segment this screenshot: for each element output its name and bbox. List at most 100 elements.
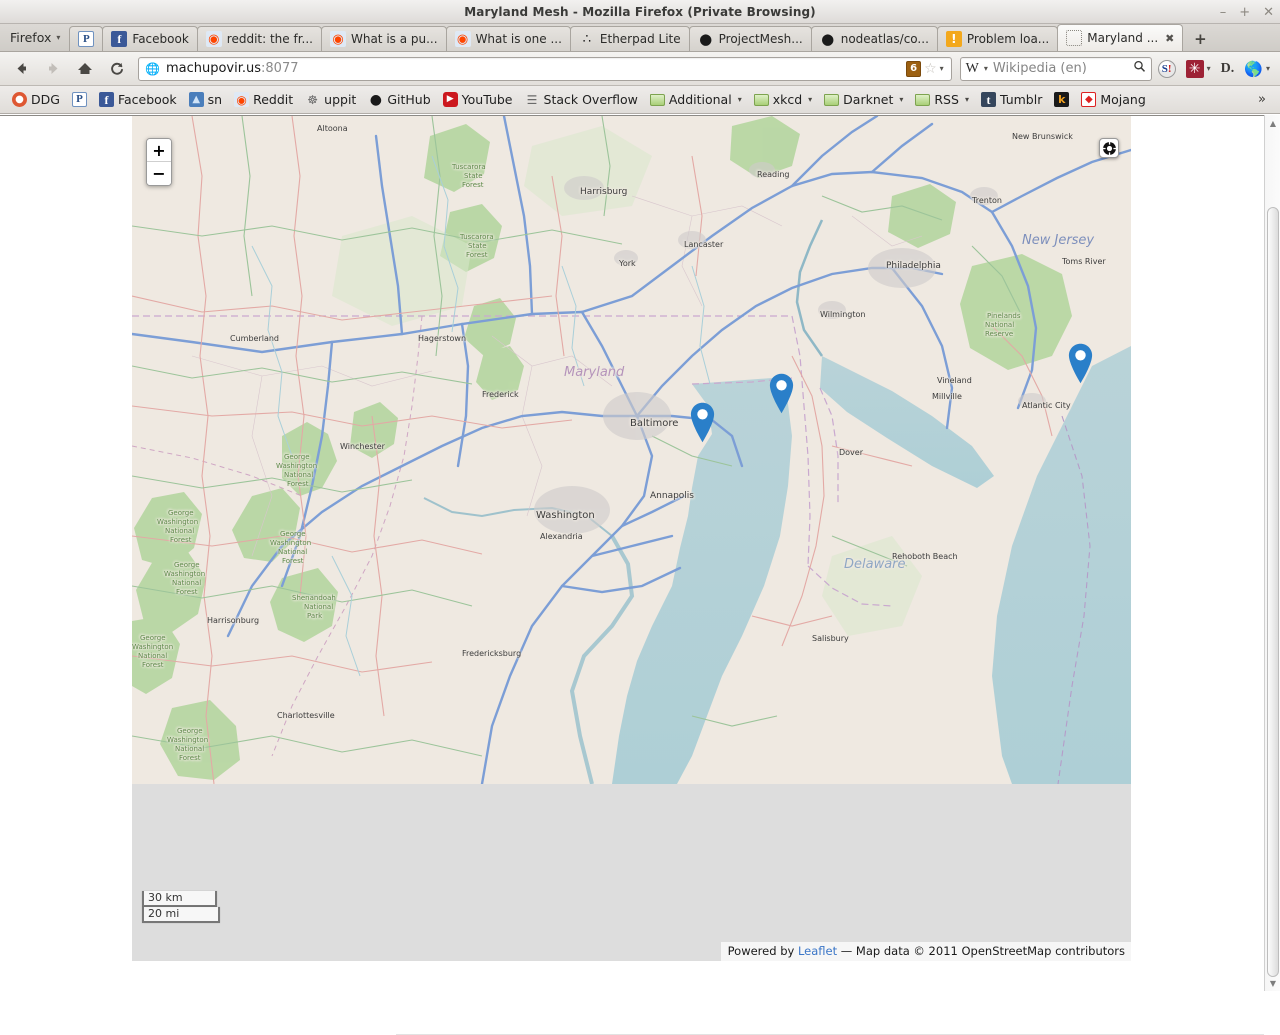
browser-tab[interactable]: P <box>69 26 104 51</box>
bookmark-count-badge[interactable]: 6 ☆ ▾ <box>903 60 947 77</box>
globe-extension-button[interactable]: 🌎 ▾ <box>1240 60 1274 78</box>
browser-tab[interactable]: ◉ reddit: the fr... <box>196 26 322 51</box>
bookmarks-overflow-button[interactable]: » <box>1258 92 1274 107</box>
close-tab-icon[interactable]: ✖ <box>1165 32 1174 45</box>
bookmark-label: Darknet <box>843 92 894 107</box>
browser-tab[interactable]: ● ProjectMesh... <box>688 26 812 51</box>
chevron-down-icon[interactable]: ▾ <box>1207 64 1211 73</box>
chevron-down-icon[interactable]: ▾ <box>940 64 944 73</box>
adblock-button[interactable]: ✳ ▾ <box>1182 59 1215 78</box>
folder-icon <box>649 93 665 106</box>
bookmark-item[interactable]: ● GitHub <box>362 90 436 109</box>
vertical-scrollbar[interactable]: ▲ ▼ <box>1264 115 1280 991</box>
bookmark-item[interactable]: ☰ Stack Overflow <box>519 90 644 109</box>
window-controls: – + ✕ <box>1220 0 1274 24</box>
attribution-prefix: Powered by <box>727 944 798 958</box>
tab-label: What is a pu... <box>350 32 438 46</box>
reload-button[interactable] <box>102 56 132 82</box>
scale-imperial: 20 mi <box>142 907 220 923</box>
browser-tab[interactable]: ! Problem loa... <box>936 26 1059 51</box>
folder-icon <box>915 93 931 106</box>
scale-control: 30 km 20 mi <box>142 891 220 923</box>
bookmark-item[interactable]: ◉ Reddit <box>228 90 299 109</box>
close-window-button[interactable]: ✕ <box>1263 6 1274 19</box>
forward-button[interactable] <box>38 56 68 82</box>
stackoverflow-icon: ☰ <box>526 92 538 107</box>
chevron-down-icon[interactable]: ▾ <box>808 95 812 104</box>
bookmark-item[interactable]: f Facebook <box>93 90 183 109</box>
browser-tab[interactable]: ● nodeatlas/co... <box>810 26 938 51</box>
bookmark-label: uppit <box>324 92 357 107</box>
bookmark-item[interactable]: k <box>1048 90 1075 109</box>
github-icon: ● <box>821 31 835 47</box>
chevron-down-icon[interactable]: ▾ <box>984 64 988 73</box>
tab-label: Etherpad Lite <box>599 32 681 46</box>
tab-label: What is one ... <box>475 32 562 46</box>
browser-tab[interactable]: ◉ What is one ... <box>445 26 571 51</box>
search-icon[interactable] <box>1133 60 1146 77</box>
bookmark-label: Mojang <box>1100 92 1146 107</box>
zoom-out-button[interactable]: − <box>147 162 171 185</box>
tab-label: nodeatlas/co... <box>840 32 929 46</box>
marker-maryland-west[interactable] <box>690 402 715 447</box>
search-bar[interactable]: W ▾ Wikipedia (en) <box>959 56 1152 81</box>
browser-tab[interactable]: Maryland ... ✖ <box>1057 24 1184 51</box>
maximize-button[interactable]: + <box>1239 6 1250 19</box>
url-bar[interactable]: 🌐 machupovir.us:8077 6 ☆ ▾ <box>138 56 952 81</box>
duckduckgo-icon: ● <box>12 92 27 107</box>
wikipedia-icon: W <box>965 60 979 76</box>
leaflet-map[interactable]: New Jersey Maryland Delaware Altoona New Bru… <box>132 116 1131 961</box>
minimize-button[interactable]: – <box>1220 6 1227 19</box>
map-tile-layer: New Jersey Maryland Delaware Altoona New Bru… <box>132 116 1131 784</box>
firefox-menu-button[interactable]: Firefox ▾ <box>0 23 69 51</box>
home-button[interactable] <box>70 56 100 82</box>
stumbleupon-icon: S! <box>1157 59 1176 78</box>
browser-tab[interactable]: f Facebook <box>102 26 198 51</box>
bookmark-item[interactable]: xkcd ▾ <box>748 90 818 109</box>
bookmark-item[interactable]: ▶ YouTube <box>437 90 519 109</box>
reddit-icon: ◉ <box>454 31 471 47</box>
bookmark-item[interactable]: ☸ uppit <box>299 90 362 109</box>
downthemall-button[interactable]: D. <box>1217 61 1239 77</box>
scroll-down-button[interactable]: ▼ <box>1265 975 1280 991</box>
bookmark-item[interactable]: RSS ▾ <box>909 90 975 109</box>
blank-page-icon <box>1066 30 1083 46</box>
chevron-down-icon[interactable]: ▾ <box>738 95 742 104</box>
locate-button[interactable] <box>1099 138 1119 158</box>
back-button[interactable] <box>6 56 36 82</box>
browser-tab[interactable]: ∴ Etherpad Lite <box>569 26 690 51</box>
tab-label: reddit: the fr... <box>226 32 313 46</box>
marker-maryland-north[interactable] <box>769 373 794 418</box>
stumbleupon-button[interactable]: S! <box>1154 59 1180 78</box>
marker-new-jersey[interactable] <box>1068 343 1093 388</box>
tab-label: Facebook <box>132 32 189 46</box>
chevron-down-icon[interactable]: ▾ <box>1266 64 1270 73</box>
bookmark-item[interactable]: t Tumblr <box>975 90 1048 109</box>
url-host: machupovir.us <box>165 61 262 76</box>
tab-strip: Firefox ▾ Pf Facebook ◉ reddit: the fr... ◉ W… <box>0 24 1280 52</box>
bookmark-item[interactable]: Additional ▾ <box>644 90 748 109</box>
bookmark-item[interactable]: Darknet ▾ <box>818 90 909 109</box>
star-icon[interactable]: ☆ <box>924 61 937 77</box>
bookmarks-container: ● DDG Pf Facebook ▲ sn ◉ Reddit ☸ uppit ● GitHub ▶ Yo… <box>6 90 1152 109</box>
scrollbar-thumb[interactable] <box>1267 207 1279 977</box>
bookmark-item[interactable]: P <box>66 90 93 109</box>
page-body: New Jersey Maryland Delaware Altoona New Bru… <box>0 116 1264 1035</box>
chevron-down-icon[interactable]: ▾ <box>899 95 903 104</box>
url-text: machupovir.us:8077 <box>166 61 903 76</box>
browser-tab[interactable]: ◉ What is a pu... <box>320 26 447 51</box>
zoom-control[interactable]: + − <box>146 138 172 186</box>
map-pin-icon <box>769 373 794 414</box>
bookmark-item[interactable]: ● DDG <box>6 90 66 109</box>
mojang-icon: ◆ <box>1081 92 1097 107</box>
new-tab-button[interactable]: + <box>1187 26 1213 51</box>
bookmark-item[interactable]: ◆ Mojang <box>1075 90 1151 109</box>
map-pin-icon <box>1068 343 1093 384</box>
leaflet-link[interactable]: Leaflet <box>798 944 837 958</box>
zoom-in-button[interactable]: + <box>147 139 171 162</box>
uppit-icon: ☸ <box>307 92 319 107</box>
bookmark-item[interactable]: ▲ sn <box>183 90 228 109</box>
chevron-down-icon[interactable]: ▾ <box>965 95 969 104</box>
url-port: :8077 <box>261 61 299 76</box>
scroll-up-button[interactable]: ▲ <box>1265 115 1280 131</box>
